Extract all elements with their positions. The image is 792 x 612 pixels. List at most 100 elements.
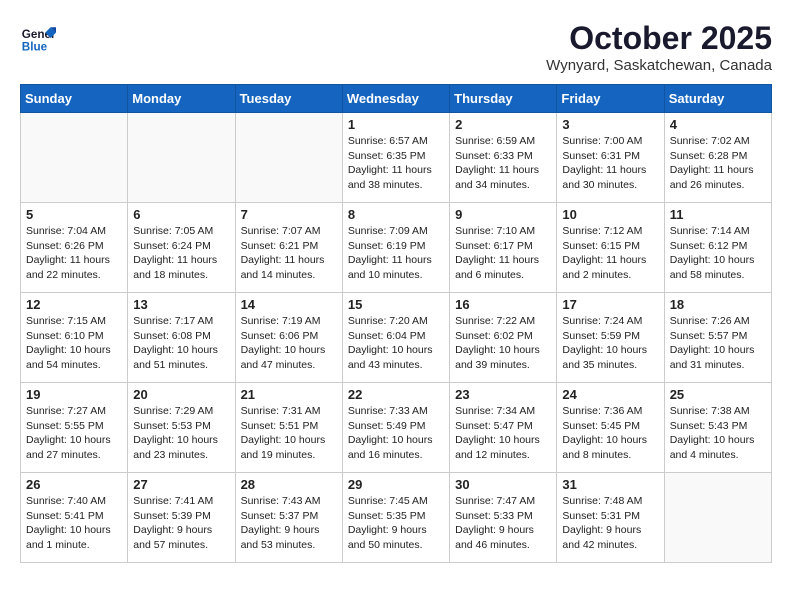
calendar-day-cell: 1Sunrise: 6:57 AMSunset: 6:35 PMDaylight… — [342, 113, 449, 203]
day-number: 31 — [562, 477, 658, 492]
calendar-day-cell: 13 Sunrise: 7:17 AMSunset: 6:08 PMDayligh… — [128, 293, 235, 383]
day-info: Sunrise: 7:38 AMSunset: 5:43 PMDaylight:… — [670, 404, 766, 463]
day-info: Sunrise: 7:17 AMSunset: 6:08 PMDaylight:… — [133, 314, 229, 373]
day-number: 4 — [670, 117, 766, 132]
calendar-day-cell: 24 Sunrise: 7:36 AMSunset: 5:45 PMDayligh… — [557, 383, 664, 473]
calendar-day-cell: 16Sunrise: 7:22 AMSunset: 6:02 PMDayligh… — [450, 293, 557, 383]
day-info: Sunrise: 7:41 AMSunset: 5:39 PMDaylight:… — [133, 494, 229, 553]
calendar-day-cell: 25 Sunrise: 7:38 AMSunset: 5:43 PMDayligh… — [664, 383, 771, 473]
calendar-day-cell: 8Sunrise: 7:09 AMSunset: 6:19 PMDaylight… — [342, 203, 449, 293]
day-number: 2 — [455, 117, 551, 132]
day-number: 27 — [133, 477, 229, 492]
calendar-day-cell: 9 Sunrise: 7:10 AMSunset: 6:17 PMDaylight… — [450, 203, 557, 293]
day-info: Sunrise: 7:43 AMSunset: 5:37 PMDaylight:… — [241, 494, 337, 553]
weekday-header-sunday: Sunday — [21, 85, 128, 113]
day-number: 24 — [562, 387, 658, 402]
calendar-day-cell: 5Sunrise: 7:04 AMSunset: 6:26 PMDaylight… — [21, 203, 128, 293]
day-info: Sunrise: 6:59 AMSunset: 6:33 PMDaylight:… — [455, 134, 551, 193]
logo: General Blue — [20, 20, 56, 56]
calendar-day-cell: 10 Sunrise: 7:12 AMSunset: 6:15 PMDayligh… — [557, 203, 664, 293]
calendar-week-row: 26 Sunrise: 7:40 AMSunset: 5:41 PMDayligh… — [21, 473, 772, 563]
day-number: 6 — [133, 207, 229, 222]
day-number: 22 — [348, 387, 444, 402]
day-info: Sunrise: 7:04 AMSunset: 6:26 PMDaylight:… — [26, 224, 122, 283]
weekday-header-saturday: Saturday — [664, 85, 771, 113]
calendar-week-row: 12Sunrise: 7:15 AMSunset: 6:10 PMDayligh… — [21, 293, 772, 383]
weekday-header-monday: Monday — [128, 85, 235, 113]
day-number: 21 — [241, 387, 337, 402]
day-info: Sunrise: 7:02 AMSunset: 6:28 PMDaylight:… — [670, 134, 766, 193]
calendar-day-cell: 3 Sunrise: 7:00 AMSunset: 6:31 PMDaylight… — [557, 113, 664, 203]
calendar-day-cell: 26 Sunrise: 7:40 AMSunset: 5:41 PMDayligh… — [21, 473, 128, 563]
day-number: 30 — [455, 477, 551, 492]
calendar-day-cell: 14Sunrise: 7:19 AMSunset: 6:06 PMDayligh… — [235, 293, 342, 383]
day-info: Sunrise: 7:48 AMSunset: 5:31 PMDaylight:… — [562, 494, 658, 553]
day-info: Sunrise: 7:45 AMSunset: 5:35 PMDaylight:… — [348, 494, 444, 553]
location-subtitle: Wynyard, Saskatchewan, Canada — [546, 57, 772, 74]
day-number: 14 — [241, 297, 337, 312]
day-number: 29 — [348, 477, 444, 492]
day-info: Sunrise: 7:26 AMSunset: 5:57 PMDaylight:… — [670, 314, 766, 373]
calendar-table: SundayMondayTuesdayWednesdayThursdayFrid… — [20, 84, 772, 563]
calendar-day-cell: 17Sunrise: 7:24 AMSunset: 5:59 PMDayligh… — [557, 293, 664, 383]
day-number: 8 — [348, 207, 444, 222]
day-info: Sunrise: 7:07 AMSunset: 6:21 PMDaylight:… — [241, 224, 337, 283]
day-info: Sunrise: 7:40 AMSunset: 5:41 PMDaylight:… — [26, 494, 122, 553]
day-info: Sunrise: 7:29 AMSunset: 5:53 PMDaylight:… — [133, 404, 229, 463]
day-info: Sunrise: 7:36 AMSunset: 5:45 PMDaylight:… — [562, 404, 658, 463]
day-number: 12 — [26, 297, 122, 312]
calendar-day-cell: 12Sunrise: 7:15 AMSunset: 6:10 PMDayligh… — [21, 293, 128, 383]
day-number: 19 — [26, 387, 122, 402]
weekday-header-row: SundayMondayTuesdayWednesdayThursdayFrid… — [21, 85, 772, 113]
calendar-day-cell: 23Sunrise: 7:34 AMSunset: 5:47 PMDayligh… — [450, 383, 557, 473]
day-number: 7 — [241, 207, 337, 222]
day-info: Sunrise: 7:47 AMSunset: 5:33 PMDaylight:… — [455, 494, 551, 553]
calendar-day-cell: 20 Sunrise: 7:29 AMSunset: 5:53 PMDayligh… — [128, 383, 235, 473]
calendar-day-cell: 19Sunrise: 7:27 AMSunset: 5:55 PMDayligh… — [21, 383, 128, 473]
calendar-week-row: 1Sunrise: 6:57 AMSunset: 6:35 PMDaylight… — [21, 113, 772, 203]
weekday-header-thursday: Thursday — [450, 85, 557, 113]
day-info: Sunrise: 7:33 AMSunset: 5:49 PMDaylight:… — [348, 404, 444, 463]
day-number: 28 — [241, 477, 337, 492]
page-header: General Blue October 2025 Wynyard, Saska… — [20, 20, 772, 74]
day-number: 20 — [133, 387, 229, 402]
day-info: Sunrise: 7:20 AMSunset: 6:04 PMDaylight:… — [348, 314, 444, 373]
weekday-header-wednesday: Wednesday — [342, 85, 449, 113]
day-info: Sunrise: 7:31 AMSunset: 5:51 PMDaylight:… — [241, 404, 337, 463]
day-info: Sunrise: 6:57 AMSunset: 6:35 PMDaylight:… — [348, 134, 444, 193]
calendar-day-cell: 2 Sunrise: 6:59 AMSunset: 6:33 PMDaylight… — [450, 113, 557, 203]
calendar-day-cell: 7 Sunrise: 7:07 AMSunset: 6:21 PMDaylight… — [235, 203, 342, 293]
calendar-day-cell: 27 Sunrise: 7:41 AMSunset: 5:39 PMDayligh… — [128, 473, 235, 563]
calendar-day-cell: 31 Sunrise: 7:48 AMSunset: 5:31 PMDayligh… — [557, 473, 664, 563]
calendar-week-row: 5Sunrise: 7:04 AMSunset: 6:26 PMDaylight… — [21, 203, 772, 293]
weekday-header-friday: Friday — [557, 85, 664, 113]
day-info: Sunrise: 7:34 AMSunset: 5:47 PMDaylight:… — [455, 404, 551, 463]
day-number: 9 — [455, 207, 551, 222]
day-number: 25 — [670, 387, 766, 402]
calendar-day-cell — [664, 473, 771, 563]
day-number: 13 — [133, 297, 229, 312]
calendar-week-row: 19Sunrise: 7:27 AMSunset: 5:55 PMDayligh… — [21, 383, 772, 473]
day-number: 16 — [455, 297, 551, 312]
calendar-day-cell: 21 Sunrise: 7:31 AMSunset: 5:51 PMDayligh… — [235, 383, 342, 473]
day-number: 26 — [26, 477, 122, 492]
day-info: Sunrise: 7:00 AMSunset: 6:31 PMDaylight:… — [562, 134, 658, 193]
calendar-day-cell — [128, 113, 235, 203]
calendar-day-cell: 6Sunrise: 7:05 AMSunset: 6:24 PMDaylight… — [128, 203, 235, 293]
calendar-day-cell: 22 Sunrise: 7:33 AMSunset: 5:49 PMDayligh… — [342, 383, 449, 473]
day-info: Sunrise: 7:10 AMSunset: 6:17 PMDaylight:… — [455, 224, 551, 283]
title-block: October 2025 Wynyard, Saskatchewan, Cana… — [546, 20, 772, 74]
day-info: Sunrise: 7:12 AMSunset: 6:15 PMDaylight:… — [562, 224, 658, 283]
day-number: 15 — [348, 297, 444, 312]
day-number: 3 — [562, 117, 658, 132]
day-number: 18 — [670, 297, 766, 312]
day-info: Sunrise: 7:24 AMSunset: 5:59 PMDaylight:… — [562, 314, 658, 373]
calendar-day-cell: 29 Sunrise: 7:45 AMSunset: 5:35 PMDayligh… — [342, 473, 449, 563]
day-info: Sunrise: 7:14 AMSunset: 6:12 PMDaylight:… — [670, 224, 766, 283]
calendar-day-cell: 4 Sunrise: 7:02 AMSunset: 6:28 PMDaylight… — [664, 113, 771, 203]
calendar-day-cell — [235, 113, 342, 203]
day-number: 10 — [562, 207, 658, 222]
svg-text:Blue: Blue — [22, 41, 48, 54]
day-number: 11 — [670, 207, 766, 222]
calendar-day-cell: 11 Sunrise: 7:14 AMSunset: 6:12 PMDayligh… — [664, 203, 771, 293]
